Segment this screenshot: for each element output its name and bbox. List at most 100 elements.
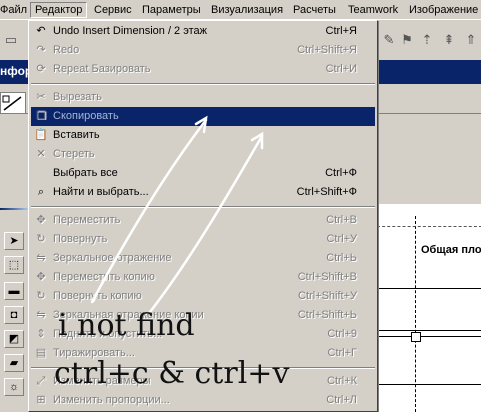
rotate-icon: ↻ [36, 233, 46, 245]
toolbar-icon[interactable]: ▭ [2, 31, 20, 49]
menu-item-shortcut: Ctrl+Л [326, 394, 357, 406]
menu-item-cut[interactable]: ✂ Вырезать [31, 88, 375, 107]
menu-teamwork[interactable]: Teamwork [344, 2, 402, 18]
menu-item-label: Повернуть копию [53, 290, 142, 302]
menu-calculations[interactable]: Расчеты [289, 2, 340, 18]
column-tool-icon[interactable]: ◘ [4, 306, 24, 324]
drawing-canvas[interactable]: Общая пло [376, 196, 481, 412]
arrow-up-icon[interactable]: ⇡ [418, 31, 436, 49]
menu-service[interactable]: Сервис [90, 2, 136, 18]
redo-icon: ↷ [36, 44, 46, 56]
menu-item-shortcut: Ctrl+К [327, 375, 357, 387]
canvas-ruler [377, 196, 481, 204]
proportion-icon: ⊞ [36, 394, 46, 406]
menu-item-shortcut: Ctrl+В [326, 214, 357, 226]
menu-item-label: Повернуть [53, 233, 108, 245]
menu-visualization[interactable]: Визуализация [207, 2, 287, 18]
repeat-icon: ⟳ [36, 63, 46, 75]
flag-icon[interactable]: ⚑ [398, 31, 416, 49]
copy-icon: ❐ [36, 110, 46, 122]
zone-label: Общая пло [421, 244, 481, 256]
wall-line [377, 330, 481, 331]
menu-item-shortcut: Ctrl+Shift+Я [297, 44, 357, 56]
menu-item-shortcut: Ctrl+9 [327, 328, 357, 340]
paste-icon: 📋 [34, 129, 48, 141]
menu-item-label: Вырезать [53, 91, 102, 103]
menu-item-shortcut: Ctrl+У [326, 233, 357, 245]
menu-item-label: Undo Insert Dimension / 2 этаж [53, 25, 207, 37]
menu-item-shortcut: Ctrl+Ф [325, 167, 357, 179]
mirror-copy-icon: ⇋ [36, 309, 46, 321]
menu-item-shortcut: Ctrl+Shift+Ь [297, 309, 357, 321]
lamp-tool-icon[interactable]: ☼ [4, 378, 24, 396]
menu-item-shortcut: Ctrl+Г [327, 347, 358, 359]
slab-tool-icon[interactable]: ▰ [4, 354, 24, 372]
arrow-up-icon[interactable]: ⇑ [462, 31, 480, 49]
multiply-icon: ▤ [35, 347, 47, 359]
resize-icon: ⤢ [36, 375, 46, 387]
menu-item-erase[interactable]: ✕ Стереть [31, 145, 375, 164]
tool-preview[interactable] [0, 92, 26, 114]
menu-item-find-select[interactable]: ⌕ Найти и выбрать... Ctrl+Shift+Ф [31, 183, 375, 202]
menu-item-mirror[interactable]: ⇋ Зеркальное отражение Ctrl+Ь [31, 249, 375, 268]
menu-item-shortcut: Ctrl+И [325, 63, 357, 75]
marquee-icon[interactable]: ⬚ [4, 256, 24, 274]
menu-editor[interactable]: Редактор [30, 2, 88, 18]
menu-item-label: Зеркальное отражение [53, 252, 172, 264]
editor-dropdown-menu: ↶ Undo Insert Dimension / 2 этаж Ctrl+Я … [28, 20, 378, 412]
menu-item-repeat[interactable]: ⟳ Repeat Базировать Ctrl+И [31, 60, 375, 79]
menu-item-shortcut: Ctrl+Я [325, 25, 357, 37]
beam-tool-icon[interactable]: ◩ [4, 330, 24, 348]
guide-line [415, 216, 416, 412]
menu-item-label: Вставить [53, 129, 100, 141]
undo-icon: ↶ [36, 25, 46, 37]
menu-item-proportion[interactable]: ⊞ Изменить пропорции... Ctrl+Л [31, 391, 375, 410]
wall-tool-icon[interactable]: ▬ [4, 282, 24, 300]
pencil-icon[interactable]: ✎ [380, 31, 398, 49]
handwritten-note: ctrl+c & ctrl+v [54, 356, 290, 391]
menu-item-shortcut: Ctrl+Shift+У [298, 290, 357, 302]
mirror-icon: ⇋ [36, 252, 46, 264]
menu-item-label: Изменить пропорции... [53, 394, 170, 406]
menubar: Файл Редактор Сервис Параметры Визуализа… [0, 0, 481, 20]
arrow-up-icon[interactable]: ⇞ [440, 31, 458, 49]
guide-line [377, 226, 481, 227]
find-icon: ⌕ [37, 186, 45, 198]
menu-item-select-all[interactable]: Выбрать все Ctrl+Ф [31, 164, 375, 183]
menu-item-shortcut: Ctrl+Shift+В [297, 271, 357, 283]
menu-item-paste[interactable]: 📋 Вставить [31, 126, 375, 145]
column-marker [411, 332, 421, 342]
menu-item-copy[interactable]: ❐ Скопировать [31, 107, 375, 126]
menu-item-shortcut: Ctrl+Shift+Ф [296, 186, 357, 198]
erase-icon: ✕ [36, 148, 46, 160]
menu-item-move-copy[interactable]: ✥ Переместить копию Ctrl+Shift+В [31, 268, 375, 287]
menu-image[interactable]: Изображение [405, 2, 481, 18]
elevate-icon: ⇕ [36, 328, 46, 340]
menu-item-label: Repeat Базировать [53, 63, 151, 75]
menu-item-undo[interactable]: ↶ Undo Insert Dimension / 2 этаж Ctrl+Я [31, 22, 375, 41]
menu-item-label: Переместить [53, 214, 121, 226]
menu-parameters[interactable]: Параметры [138, 2, 205, 18]
menu-item-label: Стереть [53, 148, 95, 160]
rotate-copy-icon: ↻ [36, 290, 46, 302]
wall-line [377, 336, 481, 337]
menu-item-redo[interactable]: ↷ Redo Ctrl+Shift+Я [31, 41, 375, 60]
menu-item-label: Скопировать [53, 110, 119, 122]
menu-file[interactable]: Файл [0, 2, 31, 18]
menu-item-rotate-copy[interactable]: ↻ Повернуть копию Ctrl+Shift+У [31, 287, 375, 306]
line-tool-icon [2, 95, 22, 111]
menu-item-shortcut: Ctrl+Ь [326, 252, 357, 264]
wall-line [377, 288, 481, 289]
move-icon: ✥ [36, 214, 46, 226]
scissors-icon: ✂ [36, 91, 46, 103]
pointer-icon[interactable]: ➤ [4, 232, 24, 250]
menu-item-label: Переместить копию [53, 271, 155, 283]
menu-item-label: Выбрать все [53, 167, 118, 179]
menu-separator [31, 206, 375, 208]
menu-item-label: Redo [53, 44, 80, 56]
menu-item-move[interactable]: ✥ Переместить Ctrl+В [31, 211, 375, 230]
menu-separator [31, 83, 375, 85]
menu-item-label: Найти и выбрать... [53, 186, 149, 198]
menu-item-rotate[interactable]: ↻ Повернуть Ctrl+У [31, 230, 375, 249]
handwritten-note: i not find [58, 308, 195, 343]
